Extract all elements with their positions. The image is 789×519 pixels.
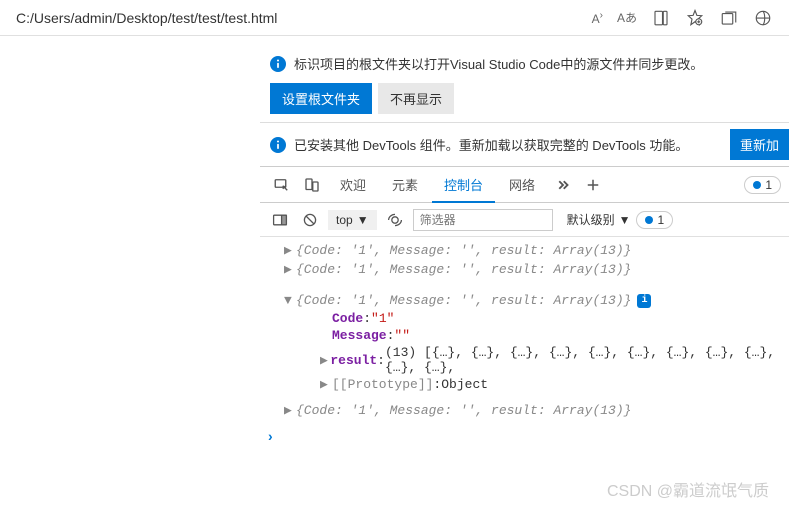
tab-network[interactable]: 网络	[497, 167, 547, 203]
prop-key: [[Prototype]]	[332, 377, 433, 392]
prop-value: ""	[394, 328, 410, 343]
reader-icon[interactable]	[647, 4, 675, 32]
workspace-banner: 标识项目的根文件夹以打开Visual Studio Code中的源文件并同步更改…	[260, 48, 789, 79]
filter-input[interactable]	[413, 209, 553, 231]
info-badge-icon[interactable]	[637, 294, 651, 308]
level-value: 默认级别	[567, 211, 615, 228]
issues-count: 1	[657, 213, 664, 227]
object-property[interactable]: ▶result: (13) [{…}, {…}, {…}, {…}, {…}, …	[320, 344, 789, 376]
expand-icon[interactable]: ▶	[284, 403, 296, 418]
prop-key: result	[330, 353, 377, 368]
expand-icon[interactable]: ▶	[320, 377, 332, 392]
array-preview: [{…}, {…}, {…}, {…}, {…}, {…}, {…}, {…},…	[385, 345, 775, 375]
chevron-down-icon: ▼	[357, 213, 369, 227]
chevron-down-icon: ▼	[619, 213, 631, 227]
url-text[interactable]: C:/Users/admin/Desktop/test/test/test.ht…	[12, 10, 582, 26]
object-property[interactable]: ▶[[Prototype]]: Object	[320, 376, 789, 393]
workspace-buttons: 设置根文件夹 不再显示	[260, 79, 789, 122]
context-value: top	[336, 213, 353, 227]
object-details: Code: "1" Message: "" ▶result: (13) [{…}…	[284, 310, 789, 393]
object-property[interactable]: Message: ""	[320, 327, 789, 344]
tab-welcome[interactable]: 欢迎	[328, 167, 378, 203]
more-tabs-icon[interactable]	[549, 171, 577, 199]
workspace-banner-text: 标识项目的根文件夹以打开Visual Studio Code中的源文件并同步更改…	[294, 54, 703, 73]
device-icon[interactable]	[298, 171, 326, 199]
log-summary: {Code: '1', Message: '', result: Array(1…	[296, 403, 631, 418]
prop-value: Object	[441, 377, 488, 392]
expand-icon[interactable]: ▶	[284, 262, 296, 277]
reload-banner-text: 已安装其他 DevTools 组件。重新加载以获取完整的 DevTools 功能…	[294, 135, 688, 154]
address-bar: C:/Users/admin/Desktop/test/test/test.ht…	[0, 0, 789, 36]
messages-count: 1	[765, 178, 772, 192]
dismiss-button[interactable]: 不再显示	[378, 83, 454, 114]
collapse-icon[interactable]: ▼	[284, 293, 296, 308]
watermark: CSDN @霸道流氓气质	[607, 477, 769, 501]
log-summary: {Code: '1', Message: '', result: Array(1…	[296, 293, 631, 308]
console-output: ▶ {Code: '1', Message: '', result: Array…	[260, 237, 789, 424]
array-length: (13)	[385, 345, 416, 360]
tab-elements[interactable]: 元素	[380, 167, 430, 203]
log-summary: {Code: '1', Message: '', result: Array(1…	[296, 243, 631, 258]
live-expression-icon[interactable]	[383, 208, 407, 232]
console-toolbar: top ▼ 默认级别 ▼ 1	[260, 203, 789, 237]
devtools: 欢迎 元素 控制台 网络 1 top ▼ 默认级别 ▼ 1 ▶ {Code: '…	[260, 166, 789, 448]
reload-button[interactable]: 重新加	[730, 129, 789, 160]
log-entry[interactable]: ▶ {Code: '1', Message: '', result: Array…	[284, 260, 789, 279]
reload-banner: 已安装其他 DevTools 组件。重新加载以获取完整的 DevTools 功能…	[260, 122, 789, 166]
devtools-panel: 标识项目的根文件夹以打开Visual Studio Code中的源文件并同步更改…	[260, 36, 789, 448]
translate-icon[interactable]: Aあ	[613, 9, 641, 26]
prop-key: Message	[332, 328, 387, 343]
messages-badge[interactable]: 1	[744, 176, 781, 194]
level-selector[interactable]: 默认级别 ▼	[567, 211, 631, 228]
clear-console-icon[interactable]	[298, 208, 322, 232]
devtools-tabbar: 欢迎 元素 控制台 网络 1	[260, 167, 789, 203]
log-entry[interactable]: ▶ {Code: '1', Message: '', result: Array…	[284, 401, 789, 420]
expand-icon[interactable]: ▶	[284, 243, 296, 258]
text-size-icon[interactable]: A›	[588, 10, 607, 26]
log-summary: {Code: '1', Message: '', result: Array(1…	[296, 262, 631, 277]
tab-console[interactable]: 控制台	[432, 167, 495, 203]
log-entry-expanded[interactable]: ▼ {Code: '1', Message: '', result: Array…	[284, 291, 789, 310]
inspect-icon[interactable]	[268, 171, 296, 199]
collections-icon[interactable]	[715, 4, 743, 32]
prop-value: "1"	[371, 311, 394, 326]
expand-icon[interactable]: ▶	[320, 353, 330, 368]
add-tab-icon[interactable]	[579, 171, 607, 199]
info-icon	[270, 56, 286, 72]
browser-icon[interactable]	[749, 4, 777, 32]
favorite-icon[interactable]	[681, 4, 709, 32]
object-property[interactable]: Code: "1"	[320, 310, 789, 327]
prompt-caret-icon: ›	[268, 428, 273, 444]
info-icon	[270, 137, 286, 153]
console-prompt[interactable]: ›	[260, 424, 789, 448]
sidebar-toggle-icon[interactable]	[268, 208, 292, 232]
prop-key: Code	[332, 311, 363, 326]
context-selector[interactable]: top ▼	[328, 210, 377, 230]
log-entry[interactable]: ▶ {Code: '1', Message: '', result: Array…	[284, 241, 789, 260]
set-root-folder-button[interactable]: 设置根文件夹	[270, 83, 372, 114]
issues-badge[interactable]: 1	[636, 211, 673, 229]
